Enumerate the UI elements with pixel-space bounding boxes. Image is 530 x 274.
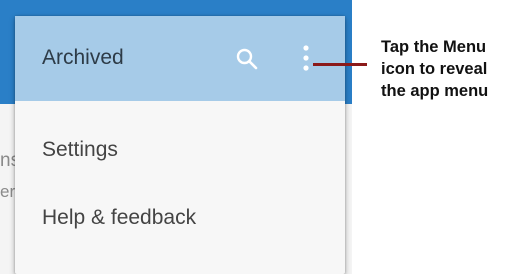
callout-line-2: icon to reveal: [381, 60, 488, 78]
callout-line-1: Tap the Menu: [381, 38, 487, 56]
overflow-menu: Archived Settings Help & feedback: [15, 16, 345, 274]
callout-line: [313, 63, 367, 66]
header-title[interactable]: Archived: [42, 46, 124, 70]
menu-item-help-feedback[interactable]: Help & feedback: [42, 206, 196, 230]
callout-line-3: the app menu: [381, 82, 489, 100]
menu-header: Archived: [15, 16, 345, 101]
menu-item-settings[interactable]: Settings: [42, 138, 118, 162]
search-icon[interactable]: [235, 47, 259, 71]
more-vert-icon[interactable]: [299, 44, 313, 72]
phone-screen: nston er. Archived Settings Help & feedb…: [0, 0, 352, 274]
callout-text: Tap the Menu icon to reveal the app menu: [381, 36, 530, 102]
